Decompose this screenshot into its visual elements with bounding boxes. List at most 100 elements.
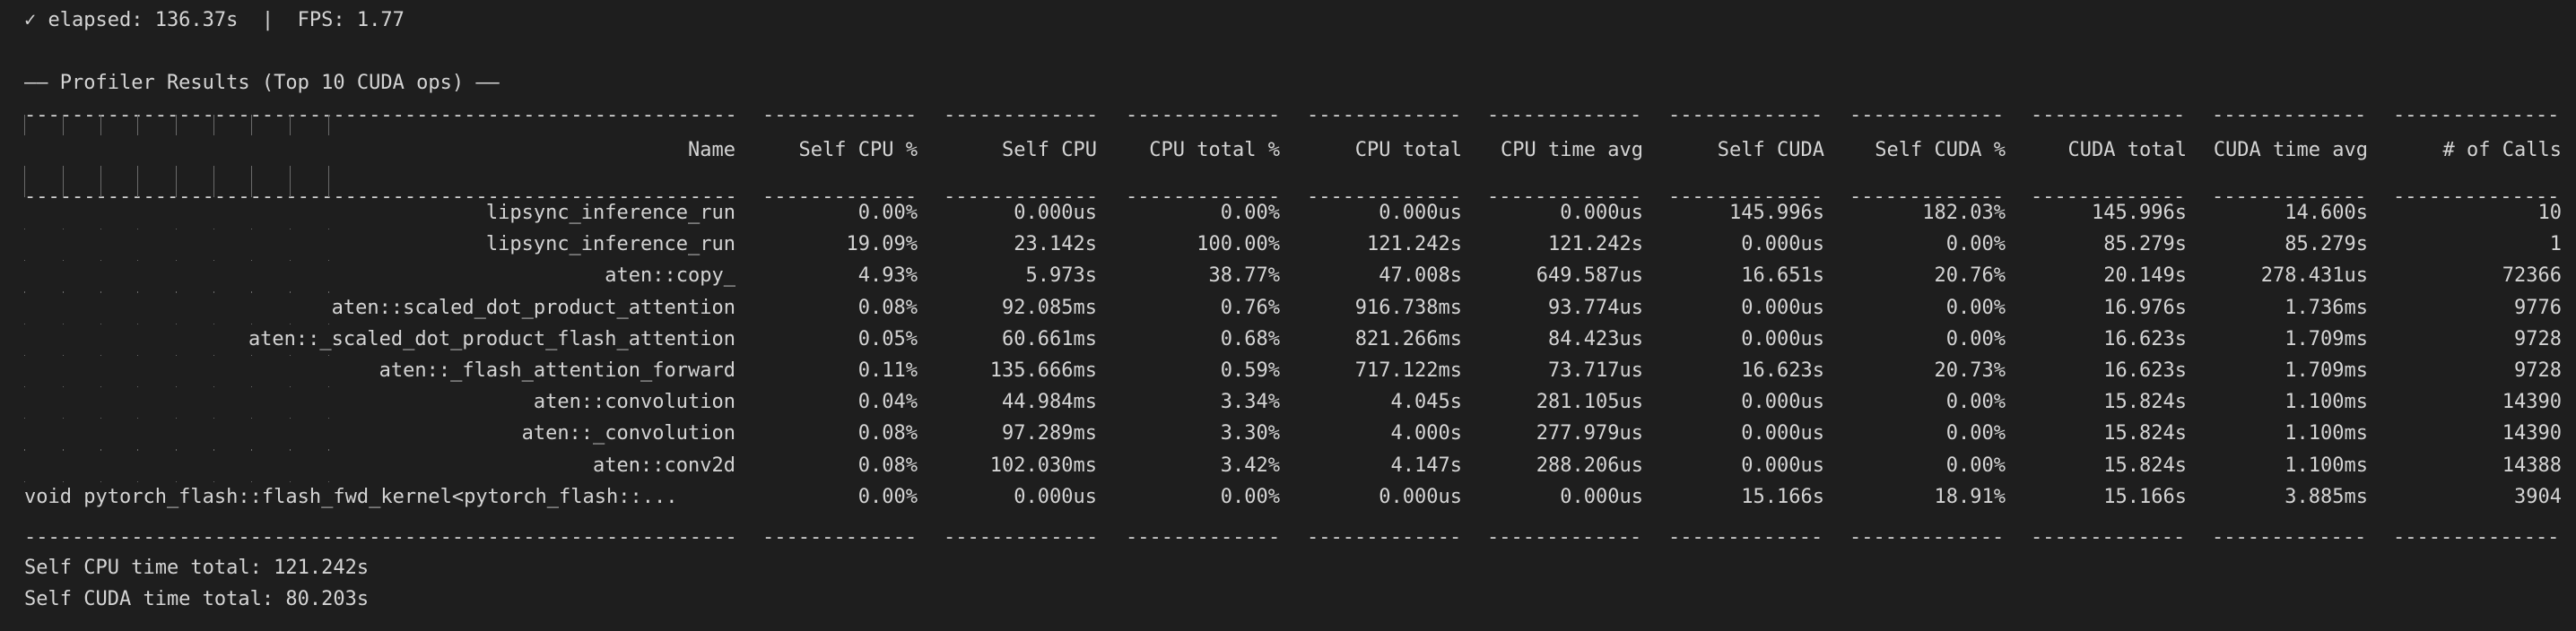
- table-cell: 121.242s: [1548, 233, 1643, 255]
- table-cell: 1.100ms: [2284, 391, 2368, 413]
- table-cell: 0.00%: [857, 486, 918, 508]
- table-separator: ----------------------------------------…: [1126, 526, 1280, 549]
- table-cell: 16.651s: [1741, 264, 1824, 287]
- table-cell: 4.000s: [1390, 422, 1462, 445]
- table-cell: 9776: [2514, 297, 2562, 319]
- column-header: # of Calls: [2442, 139, 2562, 161]
- op-name-cell: void pytorch_flash::flash_fwd_kernel<pyt…: [24, 482, 735, 513]
- table-cell: 73.717us: [1548, 359, 1643, 382]
- column-header: CPU total: [1354, 139, 1462, 161]
- table-cell: 278.431us: [2260, 264, 2368, 287]
- table-cell: 0.000us: [1741, 422, 1824, 445]
- table-cell: 10: [2537, 202, 2563, 224]
- table-separator: ----------------------------------------…: [1849, 526, 2006, 549]
- table-cell: 0.000us: [1560, 202, 1643, 224]
- column-header: Self CPU %: [798, 139, 918, 161]
- table-separator: ----------------------------------------…: [24, 104, 735, 126]
- table-cell: 3.885ms: [2284, 486, 2368, 508]
- table-cell: 281.105us: [1536, 391, 1643, 413]
- table-cell: 0.00%: [1945, 454, 2006, 477]
- op-name-cell: lipsync_inference_run: [24, 229, 735, 260]
- table-cell: 14390: [2502, 422, 2562, 445]
- table-cell: 0.00%: [1945, 422, 2006, 445]
- table-cell: 20.76%: [1934, 264, 2006, 287]
- table-cell: 0.000us: [1014, 202, 1097, 224]
- table-cell: 4.93%: [857, 264, 918, 287]
- table-cell: 145.996s: [1729, 202, 1824, 224]
- table-cell: 84.423us: [1548, 328, 1643, 350]
- table-cell: 821.266ms: [1354, 328, 1462, 350]
- table-cell: 0.76%: [1220, 297, 1280, 319]
- table-cell: 3.30%: [1220, 422, 1280, 445]
- op-name-cell: aten::_flash_attention_forward: [24, 356, 735, 386]
- table-cell: 1.100ms: [2284, 422, 2368, 445]
- table-separator: ----------------------------------------…: [1668, 526, 1824, 549]
- op-name-cell: aten::conv2d: [24, 451, 735, 481]
- column-header: CUDA total: [2067, 139, 2187, 161]
- table-cell: 44.984ms: [1002, 391, 1097, 413]
- table-cell: 14388: [2502, 454, 2562, 477]
- table-cell: 9728: [2514, 359, 2562, 382]
- table-cell: 14.600s: [2284, 202, 2368, 224]
- table-cell: 5.973s: [1025, 264, 1097, 287]
- column-header: CPU total %: [1149, 139, 1280, 161]
- table-separator: ----------------------------------------…: [1126, 104, 1280, 126]
- table-separator: ----------------------------------------…: [944, 526, 1097, 549]
- table-cell: 0.59%: [1220, 359, 1280, 382]
- table-cell: 0.000us: [1741, 391, 1824, 413]
- table-cell: 85.279s: [2103, 233, 2187, 255]
- table-separator: ----------------------------------------…: [1849, 104, 2006, 126]
- table-cell: 916.738ms: [1354, 297, 1462, 319]
- table-cell: 15.166s: [1741, 486, 1824, 508]
- table-cell: 60.661ms: [1002, 328, 1097, 350]
- table-cell: 1.736ms: [2284, 297, 2368, 319]
- table-cell: 16.623s: [2103, 328, 2187, 350]
- table-cell: 0.00%: [857, 202, 918, 224]
- self-cuda-total: Self CUDA time total: 80.203s: [24, 588, 370, 610]
- table-cell: 97.289ms: [1002, 422, 1097, 445]
- table-cell: 16.976s: [2103, 297, 2187, 319]
- table-cell: 9728: [2514, 328, 2562, 350]
- table-cell: 3.34%: [1220, 391, 1280, 413]
- table-cell: 1.709ms: [2284, 328, 2368, 350]
- table-cell: 72366: [2502, 264, 2562, 287]
- table-cell: 19.09%: [846, 233, 918, 255]
- table-cell: 4.147s: [1390, 454, 1462, 477]
- table-cell: 0.000us: [1560, 486, 1643, 508]
- table-cell: 0.00%: [1945, 328, 2006, 350]
- table-cell: 18.91%: [1934, 486, 2006, 508]
- table-separator: ----------------------------------------…: [1307, 526, 1462, 549]
- table-cell: 0.00%: [1945, 233, 2006, 255]
- table-cell: 277.979us: [1536, 422, 1643, 445]
- table-separator: ----------------------------------------…: [24, 526, 735, 549]
- table-cell: 0.08%: [857, 422, 918, 445]
- op-name-cell: lipsync_inference_run: [24, 198, 735, 229]
- table-cell: 102.030ms: [989, 454, 1097, 477]
- table-cell: 0.00%: [1220, 486, 1280, 508]
- table-cell: 1.709ms: [2284, 359, 2368, 382]
- table-cell: 717.122ms: [1354, 359, 1462, 382]
- op-name-cell: aten::scaled_dot_product_attention: [24, 293, 735, 324]
- table-cell: 4.045s: [1390, 391, 1462, 413]
- table-cell: 0.000us: [1741, 233, 1824, 255]
- table-separator: ----------------------------------------…: [1487, 526, 1643, 549]
- table-cell: 0.000us: [1741, 297, 1824, 319]
- table-separator: ----------------------------------------…: [2393, 104, 2562, 126]
- table-cell: 0.000us: [1741, 454, 1824, 477]
- table-separator: ----------------------------------------…: [1307, 104, 1462, 126]
- table-cell: 14390: [2502, 391, 2562, 413]
- table-cell: 38.77%: [1208, 264, 1280, 287]
- terminal-window: ✓ elapsed: 136.37s | FPS: 1.77 —— Profil…: [0, 0, 2576, 631]
- table-cell: 100.00%: [1197, 233, 1280, 255]
- table-cell: 1.100ms: [2284, 454, 2368, 477]
- table-cell: 0.11%: [857, 359, 918, 382]
- table-separator: ----------------------------------------…: [2031, 104, 2187, 126]
- table-cell: 16.623s: [1741, 359, 1824, 382]
- table-cell: 3.42%: [1220, 454, 1280, 477]
- status-line: ✓ elapsed: 136.37s | FPS: 1.77: [24, 9, 405, 31]
- table-cell: 1: [2549, 233, 2562, 255]
- table-cell: 0.08%: [857, 454, 918, 477]
- table-cell: 23.142s: [1014, 233, 1097, 255]
- table-cell: 93.774us: [1548, 297, 1643, 319]
- column-header: Self CUDA: [1717, 139, 1824, 161]
